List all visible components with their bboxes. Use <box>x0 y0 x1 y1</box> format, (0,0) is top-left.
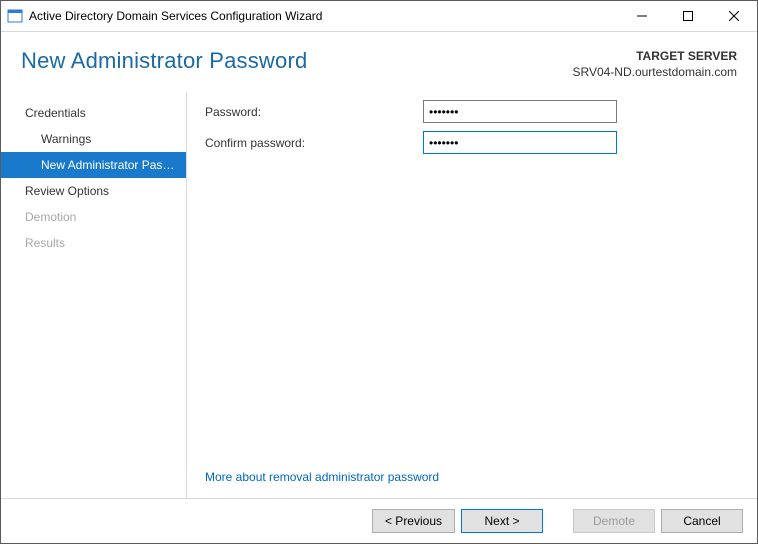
next-button[interactable]: Next > <box>461 509 543 533</box>
window-title: Active Directory Domain Services Configu… <box>29 9 322 23</box>
cancel-button[interactable]: Cancel <box>661 509 743 533</box>
confirm-password-label: Confirm password: <box>205 136 423 150</box>
confirm-password-input[interactable] <box>423 131 617 154</box>
demote-button: Demote <box>573 509 655 533</box>
step-results: Results <box>1 230 186 256</box>
page-header: New Administrator Password TARGET SERVER… <box>1 32 757 92</box>
close-button[interactable] <box>711 1 757 31</box>
previous-button[interactable]: < Previous <box>372 509 455 533</box>
password-row: Password: <box>205 100 737 123</box>
app-icon <box>7 8 23 24</box>
step-review-options[interactable]: Review Options <box>1 178 186 204</box>
maximize-button[interactable] <box>665 1 711 31</box>
content-pane: Password: Confirm password: More about r… <box>187 92 757 498</box>
wizard-body: Credentials Warnings New Administrator P… <box>1 92 757 498</box>
step-sidebar: Credentials Warnings New Administrator P… <box>1 92 187 498</box>
target-server-value: SRV04-ND.ourtestdomain.com <box>572 64 737 80</box>
step-credentials[interactable]: Credentials <box>1 100 186 126</box>
more-about-link[interactable]: More about removal administrator passwor… <box>205 470 737 484</box>
password-input[interactable] <box>423 100 617 123</box>
target-server-block: TARGET SERVER SRV04-ND.ourtestdomain.com <box>572 48 737 80</box>
page-title: New Administrator Password <box>21 48 307 74</box>
step-demotion: Demotion <box>1 204 186 230</box>
footer-bar: < Previous Next > Demote Cancel <box>1 499 757 543</box>
step-warnings[interactable]: Warnings <box>1 126 186 152</box>
wizard-window: Active Directory Domain Services Configu… <box>0 0 758 544</box>
confirm-password-row: Confirm password: <box>205 131 737 154</box>
password-label: Password: <box>205 105 423 119</box>
target-server-label: TARGET SERVER <box>572 48 737 64</box>
title-bar: Active Directory Domain Services Configu… <box>1 1 757 31</box>
step-new-admin-password[interactable]: New Administrator Passw... <box>1 152 186 178</box>
minimize-button[interactable] <box>619 1 665 31</box>
window-controls <box>619 1 757 31</box>
